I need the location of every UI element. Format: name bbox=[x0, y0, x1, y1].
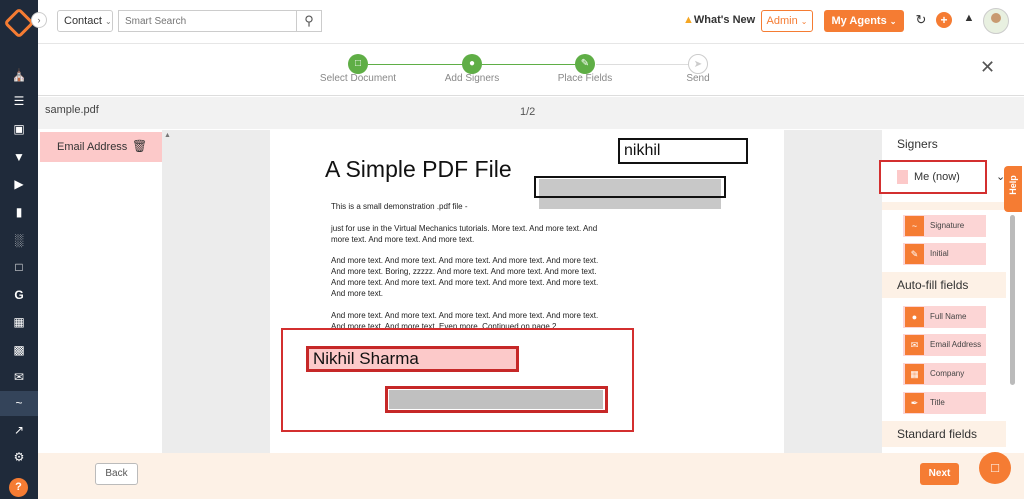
pen-icon: ✒ bbox=[905, 393, 924, 413]
placed-field-outline[interactable] bbox=[534, 176, 726, 198]
folder-icon[interactable]: □ bbox=[0, 256, 38, 278]
google-icon[interactable]: G bbox=[0, 284, 38, 306]
funnel-icon[interactable]: ▼ bbox=[0, 146, 38, 168]
bar-chart-icon[interactable]: ░ bbox=[0, 229, 38, 251]
megaphone-icon[interactable]: ▶ bbox=[0, 173, 38, 195]
whats-new-label: What's New bbox=[693, 14, 756, 26]
help-tab-label: Help bbox=[1008, 175, 1018, 195]
home-icon[interactable]: ⛪ bbox=[0, 64, 38, 86]
chevron-down-icon: ⌄ bbox=[104, 17, 112, 26]
calculator-icon[interactable]: ▦ bbox=[0, 311, 38, 333]
highlight-box bbox=[281, 328, 634, 432]
document-step-icon[interactable]: □ bbox=[348, 54, 368, 74]
standard-fields-heading: Standard fields bbox=[882, 421, 1006, 447]
contacts-icon[interactable]: ▣ bbox=[0, 118, 38, 140]
back-button[interactable]: Back bbox=[95, 463, 138, 485]
progress-stepper bbox=[38, 44, 1024, 96]
signature-icon[interactable]: ~ bbox=[0, 391, 38, 416]
panel-scrollbar[interactable] bbox=[1010, 215, 1015, 385]
field-list-panel bbox=[38, 130, 162, 453]
step-label-place-fields[interactable]: Place Fields bbox=[535, 73, 635, 84]
step-label-send[interactable]: Send bbox=[648, 73, 748, 84]
pdf-paragraph: And more text. And more text. And more t… bbox=[331, 311, 599, 329]
contact-dropdown[interactable]: Contact ⌄ bbox=[57, 10, 113, 32]
pdf-title: A Simple PDF File bbox=[325, 156, 512, 182]
help-tab[interactable]: Help bbox=[1004, 166, 1022, 212]
pdf-paragraph: And more text. And more text. And more t… bbox=[331, 256, 599, 298]
next-button[interactable]: Next bbox=[920, 463, 959, 485]
document-icon[interactable]: ▮ bbox=[0, 201, 38, 223]
step-connector bbox=[368, 64, 472, 65]
bell-icon[interactable]: ▲ bbox=[960, 12, 978, 24]
settings-icon[interactable]: ⚙ bbox=[0, 446, 38, 468]
step-connector bbox=[482, 64, 586, 65]
my-agents-label: My Agents bbox=[831, 15, 887, 27]
contact-label: Contact bbox=[64, 15, 102, 27]
initial-icon: ✎ bbox=[905, 244, 924, 264]
chevron-down-icon: ⌄ bbox=[800, 17, 808, 26]
step-connector bbox=[596, 64, 688, 65]
chat-icon[interactable]: □ bbox=[979, 452, 1011, 484]
signature-icon: ~ bbox=[905, 216, 924, 236]
sidebar-expand-icon[interactable]: › bbox=[31, 12, 47, 28]
user-avatar[interactable] bbox=[983, 8, 1009, 34]
step-label-select-document[interactable]: Select Document bbox=[308, 73, 408, 84]
placed-full-name-field[interactable]: Nikhil Sharma bbox=[306, 346, 519, 372]
person-icon: ● bbox=[905, 307, 924, 327]
admin-dropdown[interactable]: Admin ⌄ bbox=[761, 10, 813, 32]
whats-new-link[interactable]: ▲What's New bbox=[683, 14, 755, 26]
trash-icon[interactable]: 🗑 bbox=[132, 139, 147, 153]
signer-step-icon[interactable]: ● bbox=[462, 54, 482, 74]
send-step-icon[interactable]: ➤ bbox=[688, 54, 708, 74]
placed-name-field[interactable]: nikhil bbox=[618, 138, 748, 164]
calendar-icon[interactable]: ▩ bbox=[0, 339, 38, 361]
signer-color-swatch bbox=[897, 170, 908, 184]
autofill-heading: Auto-fill fields bbox=[882, 272, 1006, 298]
add-icon[interactable]: + bbox=[936, 12, 952, 28]
signer-selected-label: Me (now) bbox=[914, 171, 960, 183]
fire-icon: ▲ bbox=[683, 14, 694, 26]
footer-bar bbox=[38, 453, 1024, 499]
smart-search-input[interactable] bbox=[118, 10, 296, 32]
pdf-paragraph: just for use in the Virtual Mechanics tu… bbox=[331, 224, 598, 244]
mail-icon[interactable]: ✉ bbox=[0, 366, 38, 388]
signature-placeholder bbox=[389, 390, 603, 409]
building-icon: ▦ bbox=[905, 364, 924, 384]
step-label-add-signers[interactable]: Add Signers bbox=[422, 73, 522, 84]
document-filename: sample.pdf bbox=[45, 104, 99, 116]
help-circle-icon[interactable]: ? bbox=[9, 478, 28, 497]
trend-icon[interactable]: ↗ bbox=[0, 419, 38, 441]
page-indicator: 1/2 bbox=[520, 106, 536, 118]
admin-label: Admin bbox=[766, 15, 798, 27]
search-icon[interactable]: ⚲ bbox=[296, 10, 322, 32]
edit-step-icon[interactable]: ✎ bbox=[575, 54, 595, 74]
list-icon[interactable]: ☰ bbox=[0, 90, 38, 112]
chevron-down-icon: ⌄ bbox=[889, 17, 897, 26]
my-agents-button[interactable]: My Agents ⌄ bbox=[824, 10, 904, 32]
panel-divider bbox=[882, 202, 1006, 210]
signers-heading: Signers bbox=[882, 131, 1006, 157]
refresh-icon[interactable]: ↻ bbox=[912, 12, 930, 28]
close-icon[interactable]: ✕ bbox=[980, 57, 995, 78]
scroll-up-icon[interactable]: ▲ bbox=[164, 132, 171, 139]
envelope-icon: ✉ bbox=[905, 335, 924, 355]
